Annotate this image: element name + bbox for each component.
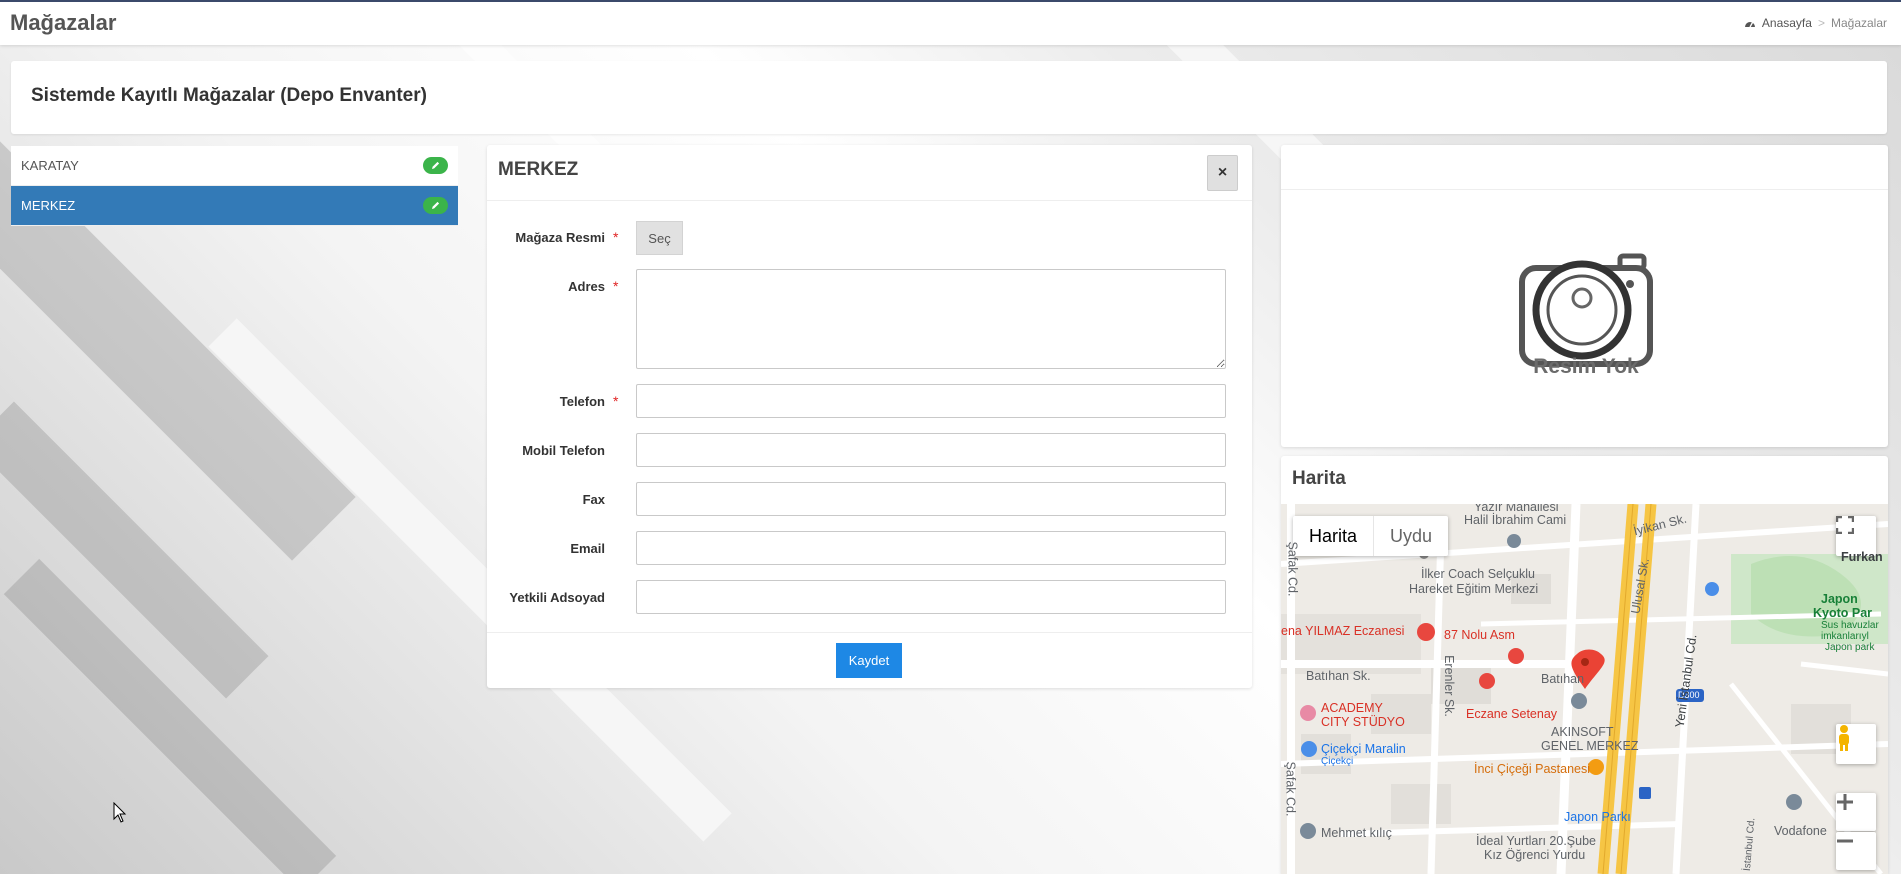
email-field[interactable] [636,531,1226,565]
address-field[interactable] [636,269,1226,369]
dashboard-icon [1744,21,1755,27]
map-label: Şafak Cd. [1285,541,1300,597]
close-button[interactable]: × [1207,155,1238,191]
breadcrumb-home-link[interactable]: Anasayfa [1762,16,1812,30]
section-title: Sistemde Kayıtlı Mağazalar (Depo Envante… [31,85,427,106]
breadcrumb-current: Mağazalar [1830,16,1887,30]
pencil-icon [432,161,440,169]
field-label: Mobil Telefon [522,443,605,458]
form-header: MERKEZ × [487,145,1252,201]
field-label: Adres [568,279,605,294]
map-label: Vodafone [1774,824,1827,838]
map-label: Çiçekçi [1321,756,1354,767]
zoom-in-button[interactable] [1836,793,1876,831]
store-form-card: MERKEZ × Mağaza Resmi * Seç Adres * Tele… [487,145,1252,688]
photo-card-header [1281,145,1888,190]
field-label: Yetkili Adsoyad [509,590,605,605]
map-label: Halil İbrahim Cami [1464,513,1567,527]
map-label: GENEL MERKEZ [1541,739,1639,753]
pencil-icon [432,201,440,209]
map-type-satellite-button[interactable]: Uydu [1373,516,1448,556]
store-name: MERKEZ [21,198,76,213]
map-label: Eczane Setenay [1466,707,1558,721]
map-label: İdeal Yurtları 20.Şube [1476,834,1596,848]
mobile-phone-field[interactable] [636,433,1226,467]
map-label: imkanlarıyl [1821,631,1869,642]
fullscreen-icon [1836,516,1854,534]
map-label: Mehmet kılıç [1321,826,1392,840]
no-image-label: Resim Yok [1533,355,1639,378]
field-label: Email [570,541,605,556]
map-label: İnci Çiçeği Pastanesi [1474,762,1591,776]
required-mark: * [613,278,619,294]
form-title: MERKEZ [498,159,579,180]
pegman-icon [1839,725,1849,751]
map-label: 87 Nolu Asm [1444,628,1515,642]
map-type-map-button[interactable]: Harita [1293,516,1373,556]
map-label: Kyoto Par [1813,606,1873,620]
map-label: İlker Coach Selçuklu [1421,567,1535,581]
required-mark: * [613,229,619,245]
map-label: CITY STÜDYO [1321,715,1405,729]
map-type-control: Harita Uydu [1293,516,1449,556]
map-label: ACADEMY [1321,701,1383,715]
map-label: Hareket Eğitim Merkezi [1409,582,1539,596]
map-label: Erenler Sk. [1441,655,1456,717]
select-image-button[interactable]: Seç [636,221,683,255]
header-card: Sistemde Kayıtlı Mağazalar (Depo Envante… [11,61,1887,134]
contact-name-field[interactable] [636,580,1226,614]
map-view[interactable]: Harita Uydu Yazır Mahallesi Halil İbrahi… [1281,504,1888,874]
store-list: KARATAY MERKEZ [11,146,458,226]
field-label: Telefon [559,394,605,409]
map-label: Japon Parkı [1564,810,1631,824]
zoom-out-button[interactable] [1836,832,1876,870]
breadcrumb: Anasayfa > Mağazalar [1744,16,1887,30]
minus-icon [1837,839,1853,843]
save-button[interactable]: Kaydet [836,643,902,678]
map-label: Japon [1821,592,1858,606]
fax-field[interactable] [636,482,1226,516]
map-label: ena YILMAZ Eczanesi [1281,624,1405,638]
edit-store-button[interactable] [423,197,448,214]
map-label: Sus havuzlar [1821,620,1879,631]
map-label: Kız Öğrenci Yurdu [1484,848,1586,862]
map-label: Japon park [1825,642,1875,653]
phone-field[interactable] [636,384,1226,418]
plus-icon [1837,794,1853,810]
map-label: AKINSOFT [1551,725,1614,739]
map-label: Şafak Cd. [1283,761,1298,817]
store-photo-card: Resim Yok [1281,145,1888,447]
store-name: KARATAY [21,158,79,173]
map-card: Harita Harita Uydu Yazır Mahallesi Halil… [1281,456,1888,874]
required-mark: * [613,393,619,409]
edit-store-button[interactable] [423,157,448,174]
form-footer: Kaydet [487,632,1252,688]
map-label: Batıhan Sk. [1306,669,1371,683]
map-label: Çiçekçi Maralin [1321,742,1406,756]
page-title: Mağazalar [10,10,117,35]
map-label: Furkan [1841,550,1883,564]
field-label: Mağaza Resmi [515,230,605,245]
street-view-button[interactable] [1836,724,1876,764]
map-title: Harita [1292,468,1346,489]
map-label: Batıhan [1541,672,1585,686]
top-bar: Mağazalar Anasayfa > Mağazalar [0,0,1901,45]
breadcrumb-separator: > [1817,16,1825,30]
field-label: Fax [582,492,605,507]
store-item-karatay[interactable]: KARATAY [11,146,458,186]
store-item-merkez[interactable]: MERKEZ [11,186,458,226]
mouse-cursor-icon [113,802,127,823]
